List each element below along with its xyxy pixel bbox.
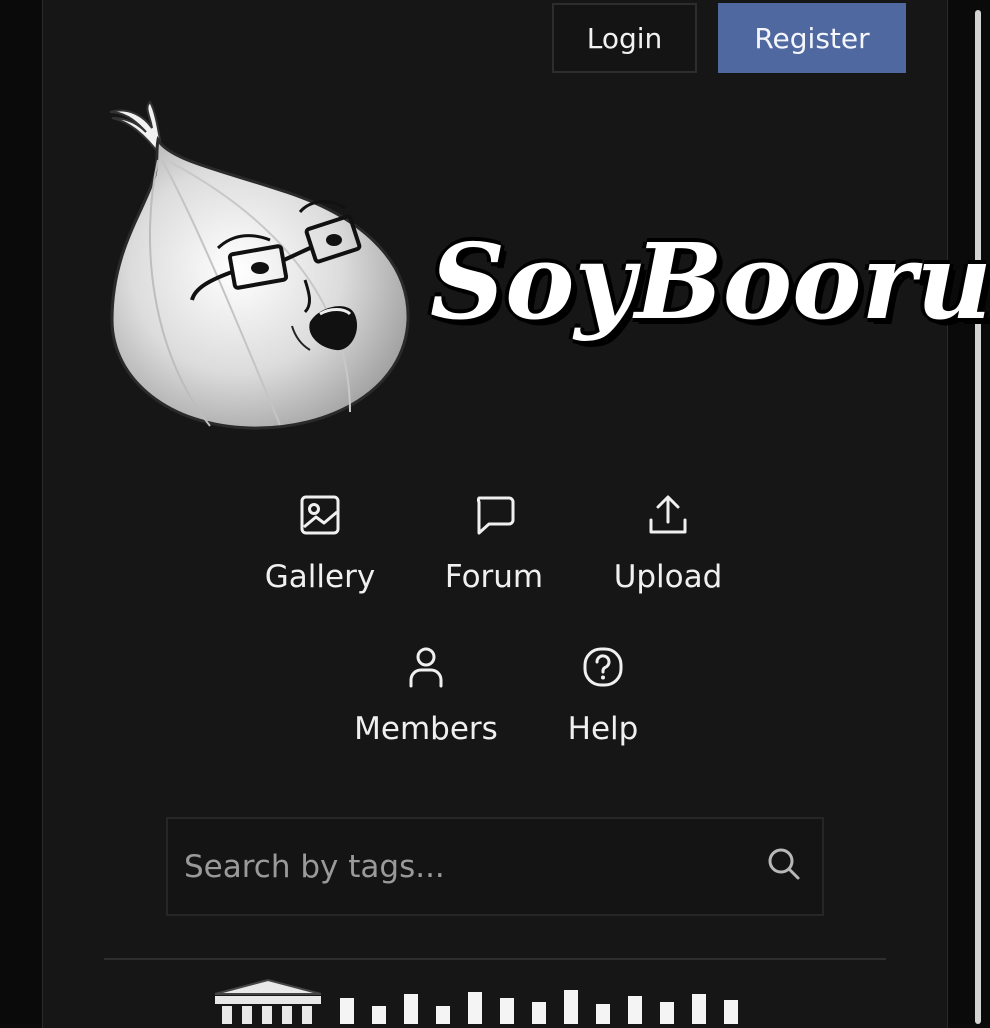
- nav-upload-label: Upload: [613, 559, 723, 595]
- site-logo-text[interactable]: SoyBooru: [430, 212, 990, 352]
- chat-icon: [476, 496, 515, 535]
- person-icon: [409, 647, 443, 688]
- search-input[interactable]: [184, 835, 744, 899]
- help-circle-icon: [583, 647, 623, 687]
- section-divider: [104, 958, 886, 960]
- nav-help-label: Help: [567, 711, 639, 747]
- register-button[interactable]: Register: [718, 3, 906, 73]
- search-icon[interactable]: [766, 846, 802, 882]
- partial-banner-image: [214, 978, 738, 1024]
- background-right: [946, 0, 990, 1024]
- background-left: [0, 0, 42, 1024]
- nav-members-label: Members: [354, 711, 498, 747]
- upload-icon: [649, 495, 687, 534]
- login-button[interactable]: Login: [552, 3, 697, 73]
- nav-gallery-label: Gallery: [264, 559, 376, 595]
- nav-forum-label: Forum: [444, 559, 544, 595]
- scrollbar[interactable]: [975, 10, 981, 1024]
- image-icon: [300, 495, 340, 535]
- search-box: [166, 817, 824, 916]
